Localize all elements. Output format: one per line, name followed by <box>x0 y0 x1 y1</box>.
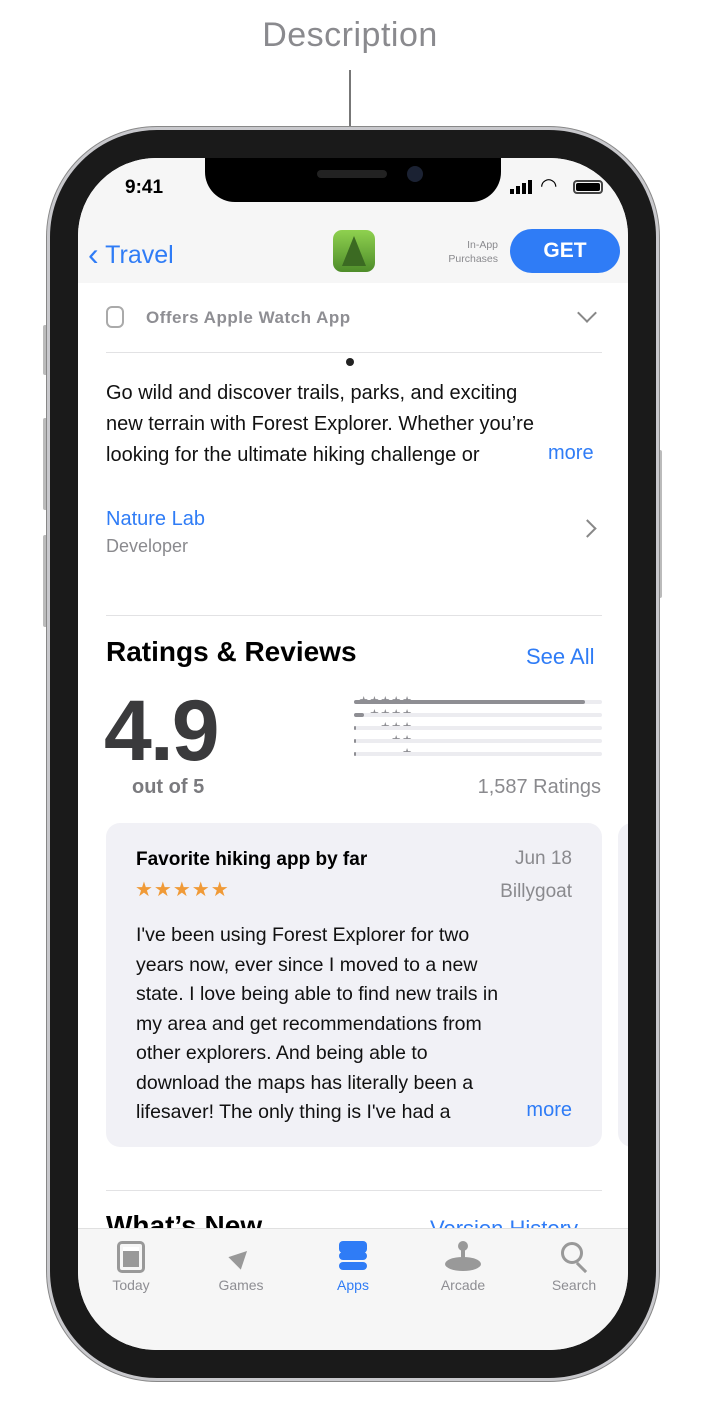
rating-row: ★★★ <box>258 721 603 735</box>
today-icon <box>117 1241 145 1273</box>
rating-bar-fill <box>354 700 585 704</box>
review-more-link[interactable]: more <box>526 1099 572 1122</box>
wifi-icon: ◠ <box>540 175 558 197</box>
out-of-label: out of 5 <box>132 776 205 798</box>
in-app-purchases-label: In-App Purchases <box>448 239 498 265</box>
next-review-card[interactable] <box>618 823 628 1147</box>
divider <box>106 1190 602 1191</box>
review-card[interactable]: Favorite hiking app by far Jun 18 ★★★★★ … <box>106 823 602 1147</box>
phone-screen: 9:41 ◠ ‹ Travel In-App Purchases GET Offe… <box>78 158 628 1350</box>
status-time: 9:41 <box>125 177 164 198</box>
layers-icon <box>336 1241 370 1273</box>
rating-distribution: ★★★★★★★★★★★★★★★ <box>258 695 603 761</box>
tab-bar: Today ▲ Games Apps Arcade Search <box>78 1228 628 1350</box>
battery-icon <box>573 180 603 194</box>
rating-bar-fill <box>354 739 357 743</box>
rating-row: ★★ <box>258 734 603 748</box>
review-title: Favorite hiking app by far <box>136 849 368 870</box>
rating-bar-fill <box>354 752 357 756</box>
rating-bar-fill <box>354 713 364 717</box>
rating-bar-fill <box>354 726 357 730</box>
divider <box>106 352 602 353</box>
rating-bar <box>354 752 602 756</box>
review-author: Billygoat <box>500 881 572 902</box>
rating-bar <box>354 713 602 717</box>
expand-chevron-icon[interactable] <box>577 303 597 323</box>
tab-arcade[interactable]: Arcade <box>408 1241 518 1293</box>
cellular-icon <box>510 180 534 194</box>
divider <box>106 615 602 616</box>
app-icon <box>333 230 375 272</box>
chevron-left-icon: ‹ <box>88 236 99 272</box>
review-body: I've been using Forest Explorer for two … <box>136 924 499 1123</box>
tab-games[interactable]: ▲ Games <box>186 1234 296 1293</box>
ratings-count: 1,587 Ratings <box>477 776 601 798</box>
review-stars: ★★★★★ <box>135 879 230 901</box>
notch <box>205 158 501 202</box>
rating-score: 4.9 <box>104 683 220 779</box>
tab-today[interactable]: Today <box>78 1241 186 1293</box>
rating-bar <box>354 726 602 730</box>
tab-search[interactable]: Search <box>519 1241 628 1293</box>
rating-row: ★ <box>258 747 603 761</box>
search-icon <box>557 1241 591 1274</box>
callout-label: Description <box>262 16 438 54</box>
tab-apps[interactable]: Apps <box>298 1241 408 1293</box>
ratings-title: Ratings & Reviews <box>106 636 357 667</box>
get-button[interactable]: GET <box>510 229 620 273</box>
rating-bar <box>354 739 602 743</box>
description-more-link[interactable]: more <box>548 442 594 465</box>
description-text: Go wild and discover trails, parks, and … <box>106 382 534 466</box>
rating-row: ★★★★★ <box>258 695 603 709</box>
developer-link[interactable]: Nature Lab Developer <box>106 508 602 564</box>
callout-dot <box>346 358 354 366</box>
watch-icon <box>106 306 124 328</box>
see-all-link[interactable]: See All <box>526 644 595 670</box>
review-date: Jun 18 <box>514 848 572 869</box>
rating-row: ★★★★ <box>258 708 603 722</box>
apple-watch-label: Offers Apple Watch App <box>146 308 351 327</box>
back-button[interactable]: ‹ Travel <box>88 234 174 272</box>
rating-bar <box>354 700 602 704</box>
joystick-icon <box>445 1241 481 1273</box>
